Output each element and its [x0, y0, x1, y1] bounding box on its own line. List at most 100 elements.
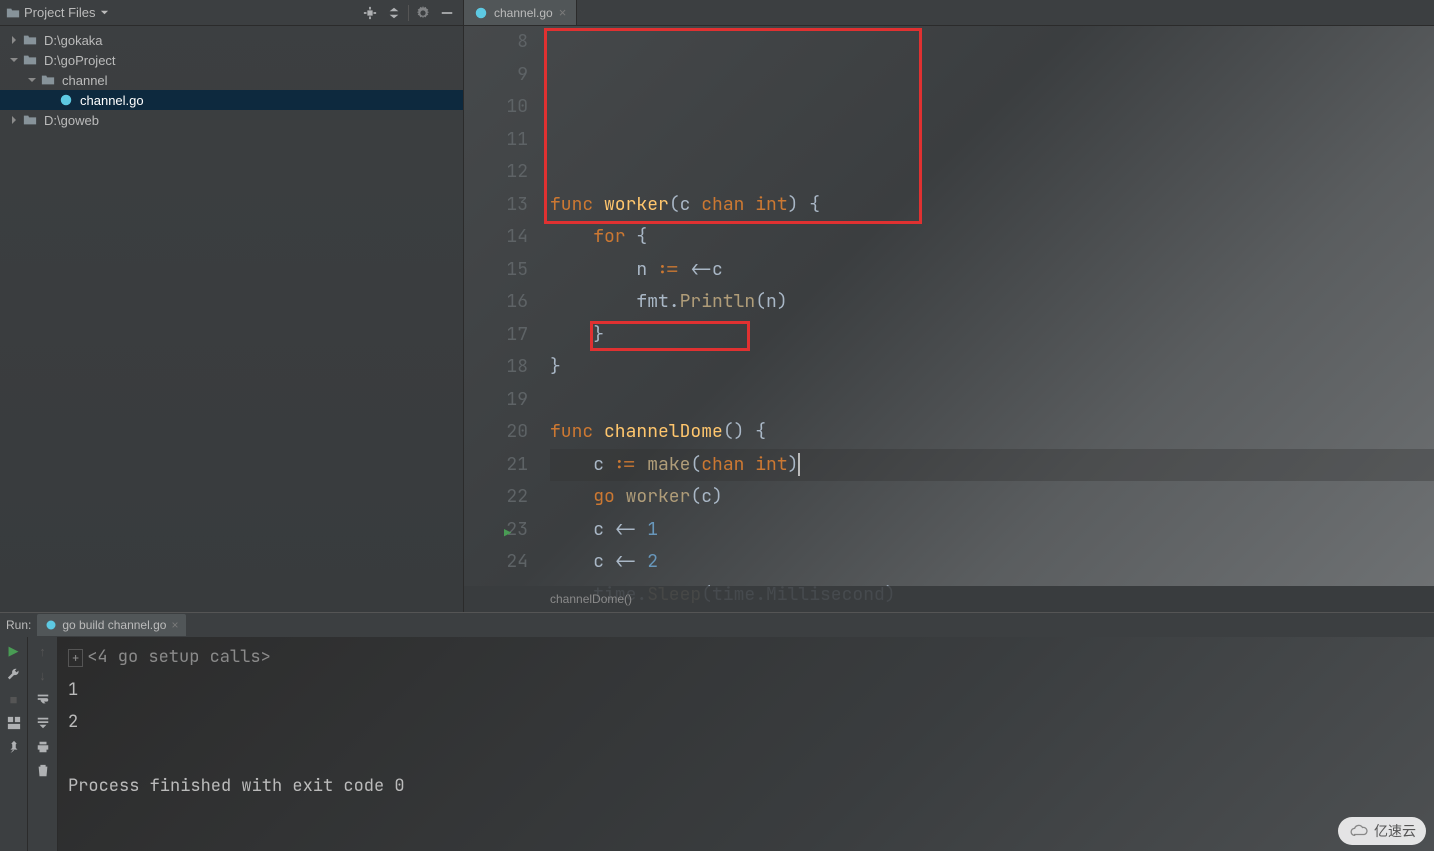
- run-label: Run:: [6, 618, 31, 632]
- code-line[interactable]: }: [550, 351, 1434, 384]
- code-line[interactable]: go worker(c): [550, 481, 1434, 514]
- close-icon[interactable]: ×: [171, 618, 178, 632]
- tree-item-label: channel: [62, 73, 108, 88]
- tree-folder[interactable]: D:\goProject: [0, 50, 463, 70]
- code-token: chan: [701, 193, 755, 216]
- gear-icon[interactable]: [413, 3, 433, 23]
- scroll-to-end-icon[interactable]: [33, 713, 53, 733]
- minimize-icon[interactable]: [437, 3, 457, 23]
- code-token: <-c: [690, 258, 722, 281]
- folder-icon: [40, 72, 56, 88]
- code-token: ): [788, 453, 799, 476]
- run-console[interactable]: +<4 go setup calls>12 Process finished w…: [58, 637, 1434, 851]
- editor-tab-channel[interactable]: channel.go ×: [464, 0, 577, 25]
- code-area[interactable]: func worker(c chan int) { for { n := <-c…: [550, 26, 1434, 586]
- folder-icon: [6, 6, 20, 20]
- rerun-icon[interactable]: ▶: [4, 641, 24, 661]
- pin-icon[interactable]: [4, 737, 24, 757]
- up-icon[interactable]: ↑: [33, 641, 53, 661]
- tree-file[interactable]: channel.go: [0, 90, 463, 110]
- code-line[interactable]: [550, 384, 1434, 417]
- tree-item-label: D:\goweb: [44, 113, 99, 128]
- console-line: 2: [68, 706, 1424, 738]
- code-token: (c: [669, 193, 701, 216]
- code-token: Println: [680, 290, 756, 313]
- project-tree[interactable]: D:\gokaka D:\goProject channel channel.go D:…: [0, 26, 463, 134]
- line-number: 14: [464, 221, 528, 254]
- code-token: :=: [658, 258, 690, 281]
- code-token: (c): [690, 485, 722, 508]
- code-token: channelDome: [604, 420, 723, 443]
- project-panel: Project Files D:\gokaka D:\goProject chann…: [0, 0, 464, 612]
- code-token: ) {: [788, 193, 820, 216]
- run-side-toolbar-2: ↑ ↓: [28, 637, 58, 851]
- folder-icon: [22, 32, 38, 48]
- breadcrumb[interactable]: channelDome(): [464, 586, 1434, 612]
- wrench-icon[interactable]: [4, 665, 24, 685]
- code-token: worker: [626, 485, 691, 508]
- line-number: 21: [464, 449, 528, 482]
- code-token: (: [690, 453, 701, 476]
- code-editor[interactable]: 891011121314151617181920212223▶24 func w…: [464, 26, 1434, 586]
- code-line[interactable]: for {: [550, 221, 1434, 254]
- fold-icon[interactable]: +: [68, 649, 83, 667]
- project-panel-header: Project Files: [0, 0, 463, 26]
- run-tab-label: go build channel.go: [62, 618, 166, 632]
- code-line[interactable]: func channelDome() {: [550, 416, 1434, 449]
- code-token: {: [636, 225, 647, 248]
- text-caret: [798, 453, 800, 476]
- code-token: func: [550, 420, 604, 443]
- chevron-down-icon[interactable]: [26, 74, 38, 86]
- tree-folder[interactable]: channel: [0, 70, 463, 90]
- run-tab[interactable]: go build channel.go ×: [37, 614, 186, 636]
- project-panel-title[interactable]: Project Files: [6, 5, 109, 20]
- stop-icon[interactable]: ■: [4, 689, 24, 709]
- locate-icon[interactable]: [360, 3, 380, 23]
- expand-all-icon[interactable]: [384, 3, 404, 23]
- close-icon[interactable]: ×: [559, 5, 567, 20]
- layout-icon[interactable]: [4, 713, 24, 733]
- watermark-label: 亿速云: [1374, 821, 1416, 841]
- code-line[interactable]: c := make(chan int): [550, 449, 1434, 482]
- trash-icon[interactable]: [33, 761, 53, 781]
- code-line[interactable]: n := <-c: [550, 254, 1434, 287]
- console-setup-line: +<4 go setup calls>: [68, 641, 1424, 674]
- line-number: 16: [464, 286, 528, 319]
- go-file-icon: [58, 92, 74, 108]
- print-icon[interactable]: [33, 737, 53, 757]
- tree-item-label: D:\gokaka: [44, 33, 103, 48]
- chevron-right-icon[interactable]: [8, 114, 20, 126]
- line-number: 11: [464, 124, 528, 157]
- tree-folder[interactable]: D:\gokaka: [0, 30, 463, 50]
- divider: [408, 5, 409, 21]
- soft-wrap-icon[interactable]: [33, 689, 53, 709]
- code-token: :=: [615, 453, 647, 476]
- watermark-badge: 亿速云: [1338, 817, 1426, 845]
- code-token: (n): [755, 290, 787, 313]
- line-number: 12: [464, 156, 528, 189]
- code-line[interactable]: c <- 2: [550, 546, 1434, 579]
- code-line[interactable]: }: [550, 319, 1434, 352]
- code-token: }: [550, 355, 561, 378]
- run-side-toolbar: ▶ ■: [0, 637, 28, 851]
- code-token: int: [755, 193, 787, 216]
- line-number: 8: [464, 26, 528, 59]
- code-line[interactable]: fmt.Println(n): [550, 286, 1434, 319]
- down-icon[interactable]: ↓: [33, 665, 53, 685]
- tree-folder[interactable]: D:\goweb: [0, 110, 463, 130]
- run-gutter-icon[interactable]: ▶: [504, 517, 511, 550]
- code-token: 1: [647, 518, 658, 541]
- editor-tabs: channel.go ×: [464, 0, 1434, 26]
- line-gutter: 891011121314151617181920212223▶24: [464, 26, 550, 586]
- code-line[interactable]: func worker(c chan int) {: [550, 189, 1434, 222]
- code-token: go: [593, 485, 625, 508]
- code-token: c: [550, 453, 615, 476]
- chevron-right-icon[interactable]: [8, 34, 20, 46]
- code-token: func: [550, 193, 604, 216]
- code-token: fmt.: [550, 290, 680, 313]
- code-line[interactable]: c <- 1: [550, 514, 1434, 547]
- chevron-down-icon[interactable]: [8, 54, 20, 66]
- line-number: 24: [464, 546, 528, 579]
- line-number: 23: [464, 514, 528, 547]
- run-header: Run: go build channel.go ×: [0, 613, 1434, 637]
